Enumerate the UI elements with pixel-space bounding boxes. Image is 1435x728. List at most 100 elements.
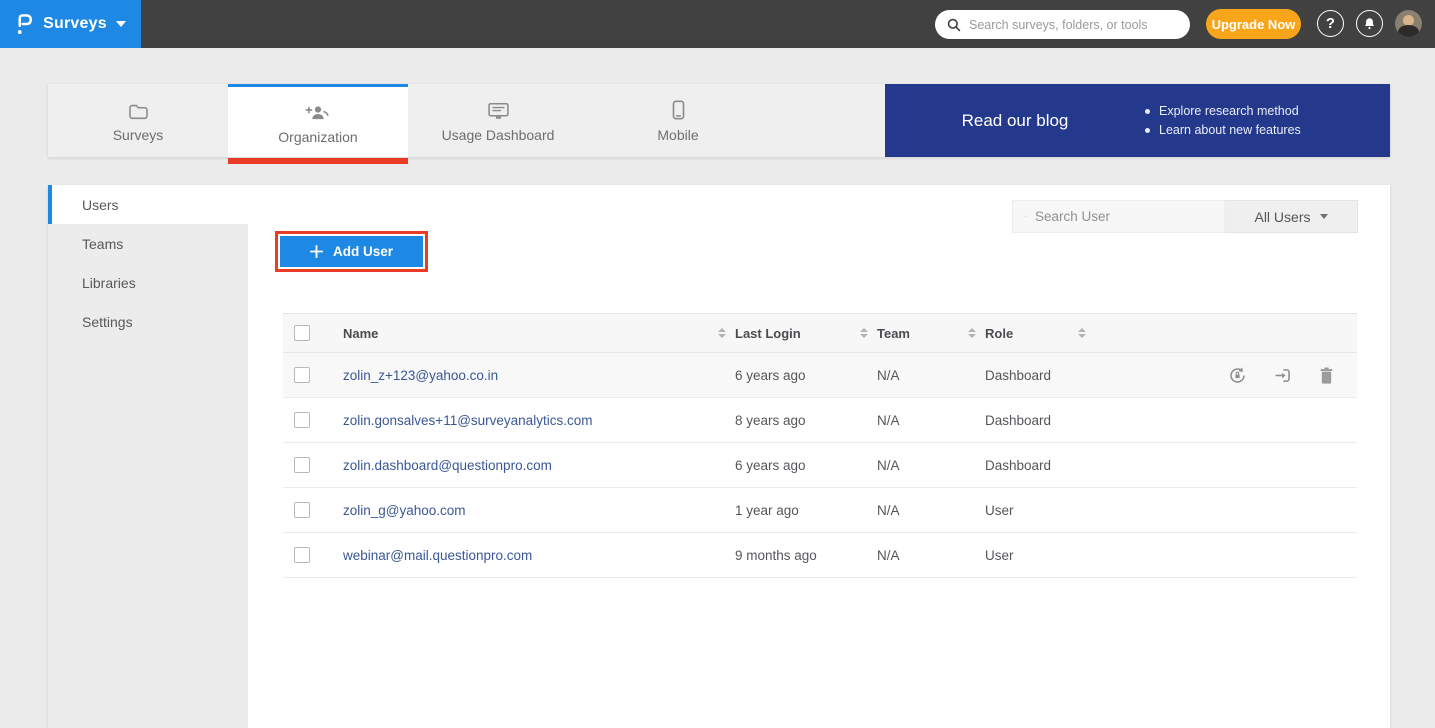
tab-usage-dashboard[interactable]: Usage Dashboard: [408, 84, 588, 157]
blog-title: Read our blog: [885, 111, 1145, 131]
user-filter-dropdown[interactable]: All Users: [1225, 200, 1358, 233]
chevron-down-icon: [1320, 214, 1328, 219]
folder-icon: [128, 98, 149, 120]
organization-tab-highlight: [228, 158, 408, 164]
delete-user-icon[interactable]: [1318, 366, 1335, 385]
topbar: Surveys Upgrade Now ?: [0, 0, 1435, 48]
sidebar-item-label: Settings: [82, 314, 133, 330]
last-login-value: 6 years ago: [735, 368, 806, 383]
column-header-last-login[interactable]: Last Login: [735, 326, 801, 341]
help-button[interactable]: ?: [1317, 10, 1344, 37]
blog-bullet-list: Explore research method Learn about new …: [1145, 99, 1301, 142]
add-team-icon: [305, 100, 331, 122]
sidebar-item-label: Users: [82, 197, 119, 213]
mobile-icon: [672, 98, 685, 120]
tab-label: Mobile: [657, 127, 698, 143]
upgrade-now-button[interactable]: Upgrade Now: [1206, 9, 1301, 39]
role-value: User: [985, 548, 1014, 563]
row-checkbox[interactable]: [294, 457, 310, 473]
tab-label: Organization: [278, 129, 357, 145]
login-as-user-icon[interactable]: [1273, 366, 1292, 385]
role-value: Dashboard: [985, 413, 1051, 428]
row-checkbox[interactable]: [294, 367, 310, 383]
chevron-down-icon: [116, 21, 126, 27]
team-value: N/A: [877, 413, 900, 428]
user-filter-bar: All Users: [1012, 200, 1358, 233]
user-email-link[interactable]: webinar@mail.questionpro.com: [343, 548, 532, 563]
table-row: zolin_z+123@yahoo.co.in 6 years ago N/A …: [283, 353, 1357, 398]
sort-icon[interactable]: [1078, 328, 1086, 338]
column-header-role[interactable]: Role: [985, 326, 1013, 341]
global-search-input[interactable]: [969, 18, 1178, 32]
tabstrip-spacer: [768, 84, 885, 157]
product-label: Surveys: [43, 15, 107, 33]
row-checkbox[interactable]: [294, 502, 310, 518]
search-icon: [1025, 210, 1026, 223]
role-value: User: [985, 503, 1014, 518]
sidebar-item-users[interactable]: Users: [48, 185, 248, 224]
sidebar-item-teams[interactable]: Teams: [48, 224, 248, 263]
user-email-link[interactable]: zolin_z+123@yahoo.co.in: [343, 368, 498, 383]
column-header-name[interactable]: Name: [343, 326, 378, 341]
column-header-team[interactable]: Team: [877, 326, 910, 341]
blog-promo-panel[interactable]: Read our blog Explore research method Le…: [885, 84, 1390, 157]
users-table-header: Name Last Login Team Role: [283, 313, 1357, 353]
blog-bullet: Explore research method: [1145, 104, 1301, 118]
dashboard-icon: [487, 98, 510, 120]
user-email-link[interactable]: zolin_g@yahoo.com: [343, 503, 466, 518]
team-value: N/A: [877, 503, 900, 518]
team-value: N/A: [877, 368, 900, 383]
user-email-link[interactable]: zolin.gonsalves+11@surveyanalytics.com: [343, 413, 592, 428]
last-login-value: 6 years ago: [735, 458, 806, 473]
module-tabs: Surveys Organization: [48, 84, 1390, 157]
sidebar-item-label: Libraries: [82, 275, 136, 291]
global-search: [935, 10, 1190, 39]
add-user-label: Add User: [333, 244, 393, 259]
search-user-box: [1012, 200, 1225, 233]
notifications-button[interactable]: [1356, 10, 1383, 37]
user-email-link[interactable]: zolin.dashboard@questionpro.com: [343, 458, 552, 473]
search-icon: [947, 18, 961, 32]
sidebar-item-label: Teams: [82, 236, 123, 252]
tab-label: Surveys: [113, 127, 164, 143]
team-value: N/A: [877, 548, 900, 563]
reset-password-icon[interactable]: [1228, 366, 1247, 385]
team-value: N/A: [877, 458, 900, 473]
avatar-body: [1398, 25, 1419, 37]
sidebar-item-settings[interactable]: Settings: [48, 302, 248, 341]
select-all-checkbox[interactable]: [294, 325, 310, 341]
tab-surveys[interactable]: Surveys: [48, 84, 228, 157]
tab-organization[interactable]: Organization: [228, 84, 408, 157]
users-table: Name Last Login Team Role: [283, 313, 1357, 578]
row-checkbox[interactable]: [294, 547, 310, 563]
row-checkbox[interactable]: [294, 412, 310, 428]
user-filter-label: All Users: [1254, 209, 1310, 225]
sidebar-item-libraries[interactable]: Libraries: [48, 263, 248, 302]
blog-bullet: Learn about new features: [1145, 123, 1301, 137]
add-user-highlight: Add User: [275, 231, 428, 272]
questionpro-logo-icon: [15, 12, 34, 36]
role-value: Dashboard: [985, 458, 1051, 473]
last-login-value: 9 months ago: [735, 548, 817, 563]
add-user-button[interactable]: Add User: [280, 236, 423, 267]
table-row: zolin.dashboard@questionpro.com 6 years …: [283, 443, 1357, 488]
sort-icon[interactable]: [718, 328, 726, 338]
last-login-value: 8 years ago: [735, 413, 806, 428]
plus-icon: [310, 245, 323, 258]
sort-icon[interactable]: [860, 328, 868, 338]
product-switcher[interactable]: Surveys: [0, 0, 141, 48]
search-user-input[interactable]: [1035, 209, 1212, 224]
table-row: webinar@mail.questionpro.com 9 months ag…: [283, 533, 1357, 578]
users-content: All Users Add User Name: [248, 185, 1390, 728]
sort-icon[interactable]: [968, 328, 976, 338]
table-row: zolin.gonsalves+11@surveyanalytics.com 8…: [283, 398, 1357, 443]
tab-label: Usage Dashboard: [442, 127, 555, 143]
tab-mobile[interactable]: Mobile: [588, 84, 768, 157]
avatar[interactable]: [1395, 10, 1422, 37]
bell-icon: [1362, 16, 1377, 31]
org-sidebar: Users Teams Libraries Settings: [48, 185, 248, 728]
organization-panel: Users Teams Libraries Settings All Users: [48, 185, 1390, 728]
role-value: Dashboard: [985, 368, 1051, 383]
table-row: zolin_g@yahoo.com 1 year ago N/A User: [283, 488, 1357, 533]
last-login-value: 1 year ago: [735, 503, 799, 518]
